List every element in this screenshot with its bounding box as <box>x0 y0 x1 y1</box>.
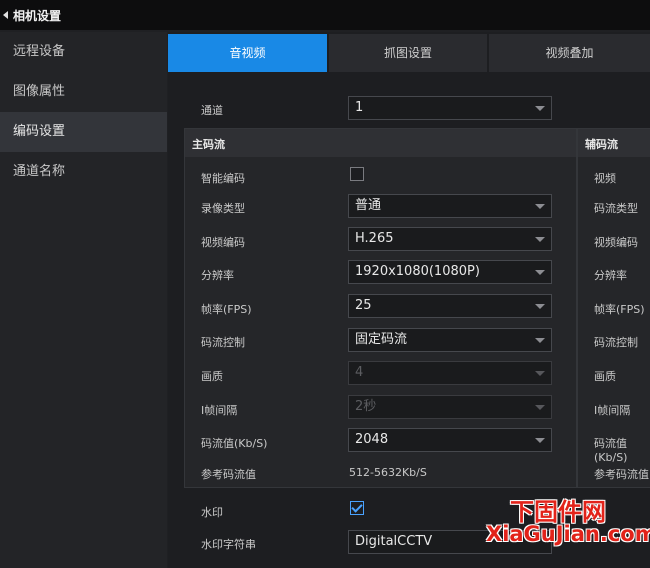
watermark-text-label: 水印字符串 <box>201 538 256 551</box>
channel-value: 1 <box>355 100 364 115</box>
sub-i-frame-interval-label: I帧间隔 <box>594 404 631 417</box>
tab-audio-video[interactable]: 音视频 <box>168 34 327 72</box>
sidebar-item-label: 图像属性 <box>13 84 66 99</box>
sidebar-item-remote-device[interactable]: 远程设备 <box>0 32 167 72</box>
sidebar: 远程设备 图像属性 编码设置 通道名称 <box>0 32 167 568</box>
record-type-label: 录像类型 <box>201 202 245 215</box>
sub-video-label: 视频 <box>594 172 616 185</box>
resolution-value: 1920x1080(1080P) <box>355 264 480 279</box>
main-stream-header: 主码流 <box>185 129 576 157</box>
i-frame-interval-select: 2秒 <box>348 395 552 419</box>
chevron-down-icon <box>535 338 545 343</box>
i-frame-interval-label: I帧间隔 <box>201 404 238 417</box>
window-title: 相机设置 <box>13 8 62 23</box>
chevron-down-icon <box>535 237 545 242</box>
back-arrow-icon[interactable] <box>3 11 8 19</box>
video-codec-label: 视频编码 <box>201 236 245 249</box>
quality-value: 4 <box>355 365 364 380</box>
bitrate-control-select[interactable]: 固定码流 <box>348 328 552 352</box>
chevron-down-icon <box>535 438 545 443</box>
channel-label: 通道 <box>201 104 223 117</box>
video-codec-value: H.265 <box>355 231 394 246</box>
sidebar-item-label: 远程设备 <box>13 44 66 59</box>
tab-snapshot-settings[interactable]: 抓图设置 <box>329 34 487 72</box>
sub-quality-label: 画质 <box>594 370 616 383</box>
ref-bitrate-label: 参考码流值 <box>201 468 256 481</box>
tab-video-overlay[interactable]: 视频叠加 <box>489 34 650 72</box>
record-type-value: 普通 <box>355 198 382 213</box>
chevron-down-icon <box>535 204 545 209</box>
main-stream-title: 主码流 <box>192 138 225 151</box>
bitrate-control-label: 码流控制 <box>201 336 245 349</box>
frame-rate-select[interactable]: 25 <box>348 294 552 318</box>
sub-video-codec-label: 视频编码 <box>594 236 638 249</box>
sub-resolution-label: 分辨率 <box>594 269 627 282</box>
resolution-label: 分辨率 <box>201 269 234 282</box>
sub-stream-type-label: 码流类型 <box>594 202 638 215</box>
sub-frame-rate-label: 帧率(FPS) <box>594 303 645 316</box>
bitrate-value: 2048 <box>355 432 389 447</box>
sub-ref-bitrate-label: 参考码流值 <box>594 468 649 481</box>
i-frame-interval-value: 2秒 <box>355 399 377 414</box>
sidebar-item-image-attributes[interactable]: 图像属性 <box>0 72 167 112</box>
bitrate-control-value: 固定码流 <box>355 332 408 347</box>
sub-stream-header: 辅码流 <box>578 129 650 157</box>
chevron-down-icon <box>535 405 545 410</box>
quality-label: 画质 <box>201 370 223 383</box>
chevron-down-icon <box>535 371 545 376</box>
ref-bitrate-value: 512-5632Kb/S <box>349 466 427 479</box>
sidebar-item-label: 编码设置 <box>13 124 66 139</box>
title-bar: 相机设置 <box>0 0 650 30</box>
smart-codec-checkbox[interactable] <box>350 167 364 181</box>
frame-rate-label: 帧率(FPS) <box>201 303 252 316</box>
record-type-select[interactable]: 普通 <box>348 194 552 218</box>
sidebar-item-encode-settings[interactable]: 编码设置 <box>0 112 167 152</box>
bitrate-select[interactable]: 2048 <box>348 428 552 452</box>
chevron-down-icon <box>535 106 545 111</box>
sub-bitrate-control-label: 码流控制 <box>594 336 638 349</box>
tab-bar: 音视频 抓图设置 视频叠加 <box>168 34 650 72</box>
sidebar-item-channel-name[interactable]: 通道名称 <box>0 152 167 192</box>
quality-select: 4 <box>348 361 552 385</box>
watermark-checkbox[interactable] <box>350 501 364 515</box>
resolution-select[interactable]: 1920x1080(1080P) <box>348 260 552 284</box>
site-logo-bottom-text: XiaGuJian.com <box>486 522 650 546</box>
sub-bitrate-label: 码流值(Kb/S) <box>594 437 628 464</box>
sub-stream-title: 辅码流 <box>585 138 618 151</box>
bitrate-label: 码流值(Kb/S) <box>201 437 268 450</box>
sidebar-item-label: 通道名称 <box>13 164 66 179</box>
smart-codec-label: 智能编码 <box>201 172 245 185</box>
watermark-label: 水印 <box>201 506 223 519</box>
channel-select[interactable]: 1 <box>348 96 552 120</box>
chevron-down-icon <box>535 270 545 275</box>
site-watermark-logo: 下固件网 XiaGuJian.com <box>478 492 650 552</box>
frame-rate-value: 25 <box>355 298 372 313</box>
chevron-down-icon <box>535 304 545 309</box>
main-content: 音视频 抓图设置 视频叠加 通道 1 主码流 辅码流 智能编码 录像类型 普通 … <box>168 32 650 568</box>
video-codec-select[interactable]: H.265 <box>348 227 552 251</box>
